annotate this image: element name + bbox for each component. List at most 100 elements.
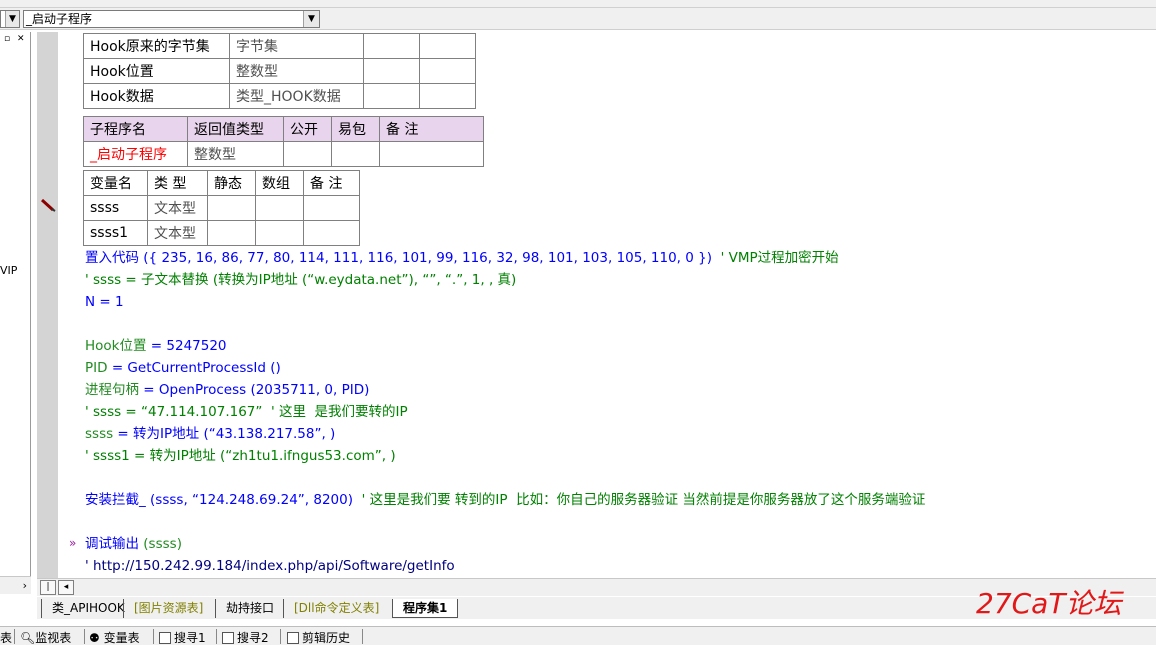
table-row[interactable]: ssss1 文本型 [83, 220, 360, 246]
current-line-arrow-icon: » [69, 536, 77, 550]
table-row[interactable]: ssss 文本型 [83, 195, 360, 221]
scroll-left-arrow-icon[interactable]: ◂ [58, 580, 74, 595]
chevron-down-icon[interactable]: ▼ [5, 11, 19, 27]
empty-cell [379, 141, 484, 167]
var-name-cell: Hook位置 [83, 58, 230, 84]
keyword: 置入代码 [85, 250, 139, 266]
object-dropdown[interactable]: ▼ [0, 10, 20, 28]
variable: Hook位置 [85, 338, 147, 354]
code-line[interactable]: ' ssss1 = 转为IP地址 (“zh1tu1.ifngus53.com”,… [85, 447, 396, 465]
empty-cell [255, 195, 304, 221]
divider [362, 629, 363, 644]
empty-cell [207, 220, 256, 246]
divider [280, 629, 281, 644]
table-row[interactable]: Hook位置 整数型 [83, 58, 476, 84]
tab-assembly1[interactable]: 程序集1 [392, 599, 459, 618]
subroutine-name-cell: _启动子程序 [83, 141, 188, 167]
var-name-cell: Hook原来的字节集 [83, 33, 230, 59]
bottom-tab-label: 剪辑历史 [302, 631, 351, 645]
table-row[interactable]: Hook数据 类型_HOOK数据 [83, 83, 476, 109]
var-type-cell: 字节集 [229, 33, 364, 59]
table-header-row: 变量名 类 型 静态 数组 备 注 [83, 170, 360, 196]
subroutine-dropdown[interactable]: _启动子程序 ▼ [23, 10, 320, 28]
var-name-cell: Hook数据 [83, 83, 230, 109]
var-name-cell: ssss1 [83, 220, 148, 246]
chevron-down-icon[interactable]: ▼ [303, 11, 319, 27]
divider [216, 629, 217, 644]
code-args: (ssss) [139, 536, 182, 552]
bottom-tab-watch[interactable]: 🔍︎监视表 [20, 629, 71, 645]
code-line[interactable]: ' ssss = 子文本替换 (转换为IP地址 (“w.eydata.net”)… [85, 271, 516, 289]
empty-cell [419, 58, 476, 84]
empty-cell [207, 195, 256, 221]
code-line[interactable]: ' http://150.242.99.184/index.php/api/So… [85, 557, 455, 575]
code-line[interactable]: ' ssss = “47.114.107.167” ' 这里 是我们要转的IP [85, 403, 408, 421]
subroutine-table: 子程序名 返回值类型 公开 易包 备 注 _启动子程序 整数型 [83, 116, 484, 167]
variable: 进程句柄 [85, 382, 139, 398]
table-header-row: 子程序名 返回值类型 公开 易包 备 注 [83, 116, 484, 142]
code-line[interactable]: N = 1 [85, 293, 124, 311]
editor-gutter [37, 32, 58, 578]
bottom-tab-variables[interactable]: ⚉ 变量表 [89, 629, 140, 645]
watermark-text: 27CaT论坛 [976, 587, 1124, 620]
bottom-tab-label: 搜寻2 [237, 631, 269, 645]
variables-icon: ⚉ [89, 631, 104, 645]
code-args: (ssss, “124.248.69.24”, 8200) [145, 492, 362, 508]
tab-apihook[interactable]: 类_APIHOOK [41, 599, 135, 618]
code-editor[interactable]: Hook原来的字节集 字节集 Hook位置 整数型 Hook数据 类型_HOOK… [58, 32, 1156, 578]
return-type-cell: 整数型 [187, 141, 284, 167]
variable-table: Hook原来的字节集 字节集 Hook位置 整数型 Hook数据 类型_HOOK… [83, 33, 476, 109]
panel-buttons[interactable]: ▫ ✕ [4, 34, 27, 44]
empty-cell [363, 83, 420, 109]
scroll-left-button[interactable]: | [40, 580, 56, 595]
var-type-cell: 整数型 [229, 58, 364, 84]
code-line[interactable]: 进程句柄 = OpenProcess (2035711, 0, PID) [85, 381, 369, 399]
top-toolbar-strip [0, 0, 1156, 8]
left-panel: ▫ ✕ VIP › [0, 32, 31, 594]
header-cell: 易包 [331, 116, 380, 142]
divider [153, 629, 154, 644]
code-args: ({ 235, 16, 86, 77, 80, 114, 111, 116, 1… [139, 250, 721, 266]
code-expr: = OpenProcess (2035711, 0, PID) [139, 382, 370, 398]
bottom-panel-tabs: 表 🔍︎监视表 ⚉ 变量表 搜寻1 搜寻2 剪辑历史 [0, 626, 1156, 645]
bottom-tab-search2[interactable]: 搜寻2 [222, 629, 269, 645]
code-line[interactable]: 置入代码 ({ 235, 16, 86, 77, 80, 114, 111, 1… [85, 249, 839, 267]
code-line[interactable]: ssss = 转为IP地址 (“43.138.217.58”, ) [85, 425, 335, 443]
empty-cell [363, 58, 420, 84]
empty-cell [255, 220, 304, 246]
empty-cell [363, 33, 420, 59]
forum-watermark: 27CaT论坛 [976, 587, 1124, 620]
panel-scrollbar[interactable]: › [0, 576, 31, 594]
code-line[interactable]: PID = GetCurrentProcessId () [85, 359, 281, 377]
code-line[interactable]: 安装拦截_ (ssss, “124.248.69.24”, 8200) ' 这里… [85, 491, 925, 509]
header-cell: 备 注 [303, 170, 360, 196]
table-row[interactable]: Hook原来的字节集 字节集 [83, 33, 476, 59]
header-cell: 备 注 [379, 116, 484, 142]
tab-image-resources[interactable]: [图片资源表] [123, 599, 213, 618]
empty-cell [331, 141, 380, 167]
subroutine-dropdown-value: _启动子程序 [26, 12, 93, 26]
empty-cell [419, 33, 476, 59]
header-cell: 返回值类型 [187, 116, 284, 142]
var-name-cell: ssss [83, 195, 148, 221]
header-cell: 变量名 [83, 170, 148, 196]
bottom-tab-label: 变量表 [103, 631, 140, 645]
header-cell: 类 型 [147, 170, 208, 196]
bottom-tab-clip-history[interactable]: 剪辑历史 [287, 629, 350, 645]
code-line[interactable]: Hook位置 = 5247520 [85, 337, 227, 355]
search-icon: 🔍︎ [20, 631, 36, 645]
empty-cell [303, 195, 360, 221]
panel-fragment-text: VIP [0, 264, 18, 277]
code-expr: = 转为IP地址 (“43.138.217.58”, ) [113, 426, 336, 442]
code-line[interactable]: 调试输出 (ssss) [85, 535, 182, 553]
bottom-tab-search1[interactable]: 搜寻1 [159, 629, 206, 645]
var-type-cell: 类型_HOOK数据 [229, 83, 364, 109]
empty-cell [283, 141, 332, 167]
tab-dll-commands[interactable]: [Dll命令定义表] [283, 599, 389, 618]
bottom-tab-label: 搜寻1 [174, 631, 206, 645]
var-type-cell: 文本型 [147, 195, 208, 221]
table-row[interactable]: _启动子程序 整数型 [83, 141, 484, 167]
header-cell: 数组 [255, 170, 304, 196]
bottom-tab-table[interactable]: 表 [0, 629, 12, 645]
tab-hijack-interface[interactable]: 劫持接口 [215, 599, 284, 618]
